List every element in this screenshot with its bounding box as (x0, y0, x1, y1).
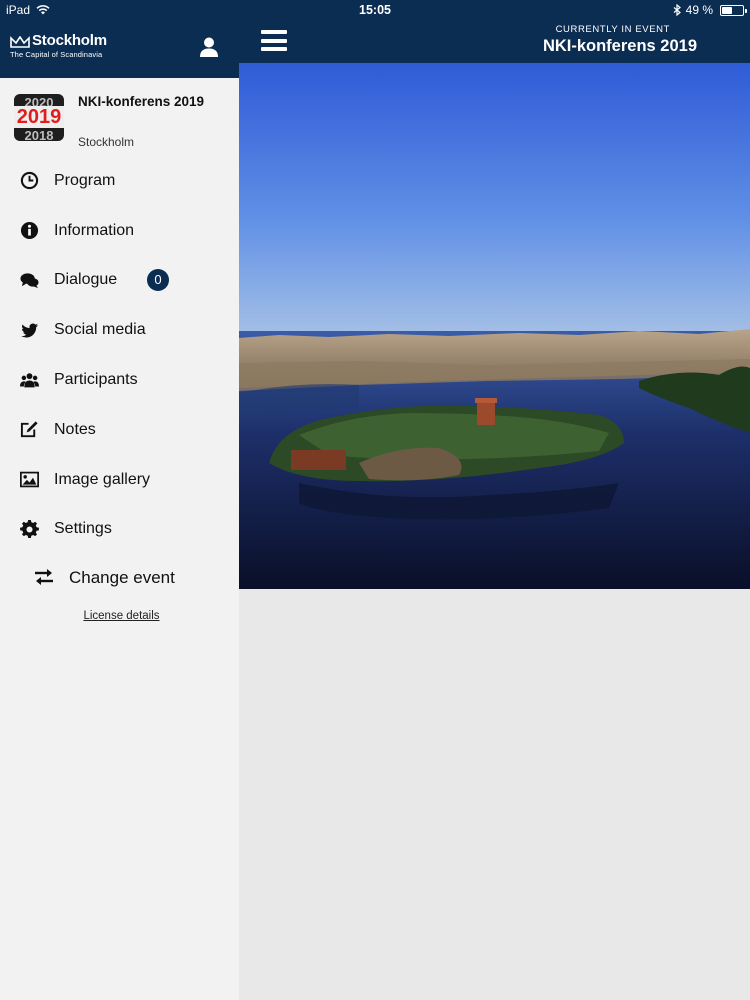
sidebar-item-image-gallery[interactable]: Image gallery (0, 455, 239, 505)
change-event-label: Change event (69, 568, 175, 588)
clock-icon (19, 171, 39, 191)
battery-percentage: 49 % (685, 3, 713, 17)
sidebar-item-label: Information (54, 221, 135, 239)
brand-tagline: The Capital of Scandinavia (10, 50, 103, 59)
sidebar-menu: Program Information Dialogue 0 Social me… (0, 156, 239, 554)
sidebar: Stockholm The Capital of Scandinavia 202… (0, 0, 239, 1000)
sidebar-item-label: Settings (54, 520, 112, 538)
users-icon (19, 370, 39, 390)
chat-icon (19, 270, 39, 290)
sidebar-item-program[interactable]: Program (0, 156, 239, 206)
dialogue-count-badge: 0 (147, 268, 169, 291)
sidebar-item-dialogue[interactable]: Dialogue 0 (0, 256, 239, 306)
hamburger-line (261, 38, 287, 43)
sidebar-item-label: Participants (54, 371, 138, 389)
event-logo-year: 2018 (24, 128, 54, 141)
license-details-link[interactable]: License details (0, 610, 243, 622)
sidebar-item-information[interactable]: Information (0, 206, 239, 256)
status-time: 15:05 (359, 3, 391, 17)
sidebar-item-label: Dialogue (54, 271, 118, 289)
event-logo: 2020 2019 2018 (14, 94, 64, 141)
hamburger-line (261, 47, 287, 51)
sidebar-item-label: Image gallery (54, 470, 151, 488)
info-icon (19, 221, 39, 241)
crown-icon (10, 36, 30, 48)
twitter-icon (19, 320, 39, 340)
event-card[interactable]: 2020 2019 2018 NKI-konferens 2019 Stockh… (0, 78, 239, 156)
sidebar-item-social-media[interactable]: Social media (0, 305, 239, 355)
gear-icon (19, 519, 39, 539)
status-bar: iPad 15:05 49 % (0, 0, 750, 20)
edit-icon (19, 420, 39, 440)
stockholm-aerial-photo (239, 63, 750, 589)
sidebar-item-label: Social media (54, 321, 146, 339)
image-icon (19, 470, 39, 490)
brand-name: Stockholm (32, 32, 107, 49)
event-city: Stockholm (78, 135, 135, 149)
swap-icon (35, 569, 53, 586)
hero-image (239, 63, 750, 589)
user-profile-icon[interactable] (198, 36, 220, 58)
sidebar-item-settings[interactable]: Settings (0, 505, 239, 555)
sidebar-item-label: Notes (54, 420, 96, 438)
event-name: NKI-konferens 2019 (78, 94, 205, 109)
hamburger-line (261, 30, 287, 34)
sidebar-item-label: Program (54, 171, 116, 189)
change-event-button[interactable]: Change event (0, 554, 239, 604)
sidebar-item-participants[interactable]: Participants (0, 355, 239, 405)
event-logo-year: 2019 (14, 106, 64, 128)
current-event-title: NKI-konferens 2019 (542, 37, 697, 55)
stockholm-logo: Stockholm The Capital of Scandinavia (10, 32, 107, 59)
battery-icon (720, 4, 747, 16)
menu-toggle-button[interactable] (261, 30, 287, 51)
current-event-label: CURRENTLY IN EVENT (555, 24, 670, 35)
battery-level (722, 6, 732, 14)
sidebar-item-notes[interactable]: Notes (0, 405, 239, 455)
bluetooth-icon (673, 4, 681, 16)
